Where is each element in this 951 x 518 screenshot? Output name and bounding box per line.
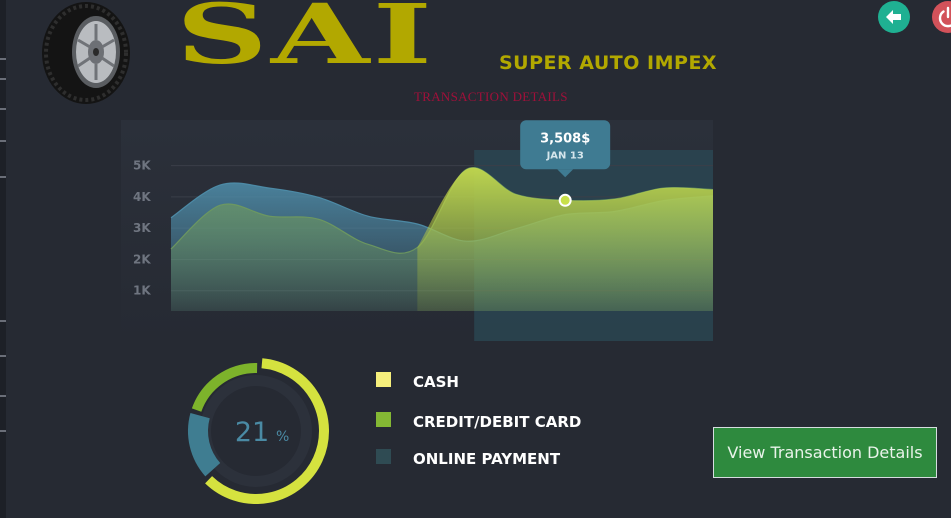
transaction-chart: 5K 4K 3K 2K 1K 3,508$ JAN 13 [121,120,714,341]
legend-label: CASH [413,373,459,391]
back-button[interactable] [878,1,910,33]
area-chart: 5K 4K 3K 2K 1K 3,508$ JAN 13 [121,120,714,341]
brand-logo-text: SAI [176,0,436,83]
tire-logo-icon [42,2,130,104]
legend-swatch [376,449,391,464]
view-transaction-details-button[interactable]: View Transaction Details [713,427,937,478]
legend-swatch [376,372,391,387]
y-tick-label: 1K [133,284,151,298]
tooltip-value: 3,508$ [540,131,590,146]
section-title: TRANSACTION DETAILS [414,89,568,104]
tooltip-marker [558,193,572,207]
payment-donut-chart: 21% [188,358,329,504]
back-arrow-icon [886,10,901,24]
donut-percent-unit: % [276,429,289,445]
y-tick-label: 3K [133,221,151,235]
y-tick-label: 4K [133,190,151,204]
power-button[interactable] [932,1,951,33]
legend-swatch [376,412,391,427]
donut-percent-value: 21 [235,417,269,448]
window-edge [0,0,6,518]
power-icon [938,6,951,28]
legend-label: ONLINE PAYMENT [413,450,561,468]
tooltip-date: JAN 13 [546,150,584,161]
y-tick-label: 2K [133,252,151,266]
legend-label: CREDIT/DEBIT CARD [413,413,582,431]
company-name: SUPER AUTO IMPEX [499,52,718,74]
y-tick-label: 5K [133,159,151,173]
